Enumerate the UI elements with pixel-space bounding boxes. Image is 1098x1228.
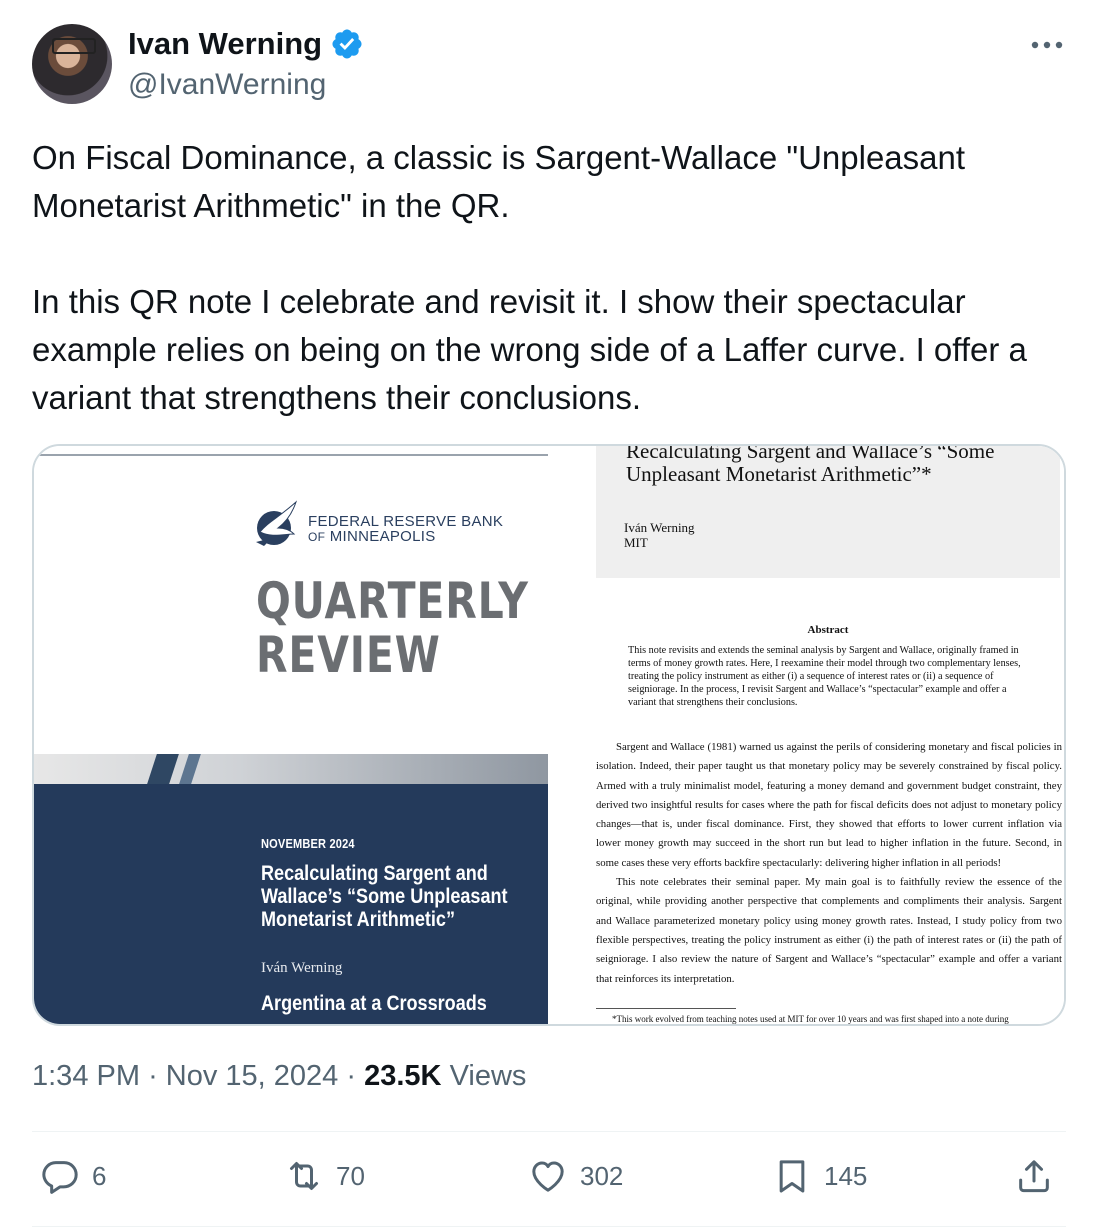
cover-stripe — [34, 754, 548, 784]
bookmark-button[interactable]: 145 — [772, 1156, 867, 1196]
repost-button[interactable]: 70 — [284, 1156, 365, 1196]
tweet-header: Ivan Werning @IvanWerning — [32, 24, 1066, 106]
like-count: 302 — [580, 1160, 624, 1191]
cover-article-title: Recalculating Sargent and Wallace’s “Som… — [261, 862, 508, 931]
reply-count: 6 — [92, 1160, 107, 1191]
fed-bank-name: FEDERAL RESERVE BANK OF MINNEAPOLIS — [308, 514, 503, 545]
heart-icon — [532, 1161, 564, 1192]
avatar[interactable] — [32, 24, 112, 104]
meta-separator: · — [148, 1060, 158, 1092]
action-bar: 6 70 302 145 — [32, 1156, 1066, 1206]
repost-icon — [290, 1162, 318, 1190]
abstract-text: This note revisits and extends the semin… — [628, 645, 1021, 708]
quarterly-review-cover: FEDERAL RESERVE BANK OF MINNEAPOLIS QUAR… — [34, 446, 548, 1024]
views-count: 23.5K — [364, 1060, 442, 1092]
review-line2: REVIEW — [256, 626, 441, 684]
author-handle[interactable]: @IvanWerning — [128, 68, 326, 102]
more-dots-icon — [1031, 41, 1063, 49]
paper-author: Iván Werning MIT — [624, 520, 695, 550]
paper-first-page: Recalculating Sargent and Wallace’s “Som… — [548, 446, 1064, 1024]
cover-next-article: Argentina at a Crossroads — [261, 992, 487, 1015]
paper-author-affiliation: MIT — [624, 535, 648, 550]
fed-eagle-logo-icon — [256, 500, 298, 546]
divider — [32, 1226, 1066, 1227]
bookmark-count: 145 — [824, 1160, 868, 1191]
paper-author-name: Iván Werning — [624, 520, 695, 535]
fed-bank-of: OF — [308, 530, 326, 544]
tweet-meta: 1:34 PM · Nov 15, 2024 · 23.5K Views — [32, 1060, 526, 1093]
paper-body: Sargent and Wallace (1981) warned us aga… — [596, 738, 1062, 989]
cover-article-author: Iván Werning — [261, 960, 343, 976]
tweet-paragraph-2: In this QR note I celebrate and revisit … — [32, 283, 1027, 416]
tweet-time[interactable]: 1:34 PM — [32, 1060, 140, 1092]
repost-count: 70 — [336, 1160, 365, 1191]
tweet-media-image[interactable]: FEDERAL RESERVE BANK OF MINNEAPOLIS QUAR… — [32, 444, 1066, 1026]
more-options-button[interactable] — [1030, 28, 1064, 62]
abstract-heading: Abstract — [807, 624, 849, 636]
paper-paragraph-2: This note celebrates their seminal paper… — [596, 876, 1062, 985]
bookmark-icon — [779, 1160, 805, 1193]
tweet-date[interactable]: Nov 15, 2024 — [166, 1060, 339, 1092]
paper-title: Recalculating Sargent and Wallace’s “Som… — [626, 444, 995, 486]
paper-footnote: *This work evolved from teaching notes u… — [612, 1014, 1009, 1024]
author-name-row: Ivan Werning — [128, 26, 364, 62]
divider — [32, 1131, 1066, 1132]
fed-bank-line2: MINNEAPOLIS — [329, 528, 436, 545]
review-line1: QUARTERLY — [256, 572, 529, 630]
tweet-text: On Fiscal Dominance, a classic is Sargen… — [32, 134, 1066, 422]
fed-bank-line1: FEDERAL RESERVE BANK — [308, 513, 504, 530]
meta-separator: · — [346, 1060, 357, 1092]
paper-paragraph-1: Sargent and Wallace (1981) warned us aga… — [596, 741, 1062, 869]
paper-header-box: Recalculating Sargent and Wallace’s “Som… — [596, 446, 1060, 578]
reply-button[interactable]: 6 — [40, 1156, 106, 1196]
share-button[interactable] — [1014, 1156, 1054, 1196]
verified-badge-icon — [332, 29, 362, 59]
share-icon — [1019, 1160, 1049, 1193]
tweet-paragraph-1: On Fiscal Dominance, a classic is Sargen… — [32, 139, 966, 224]
reply-icon — [42, 1161, 78, 1194]
cover-date: NOVEMBER 2024 — [261, 836, 355, 851]
footnote-rule — [596, 1008, 736, 1009]
author-name[interactable]: Ivan Werning — [128, 26, 322, 62]
like-button[interactable]: 302 — [528, 1156, 623, 1196]
quarterly-review-title: QUARTERLY REVIEW — [256, 574, 529, 682]
cover-top-rule — [34, 454, 548, 456]
views-label: Views — [449, 1060, 527, 1092]
